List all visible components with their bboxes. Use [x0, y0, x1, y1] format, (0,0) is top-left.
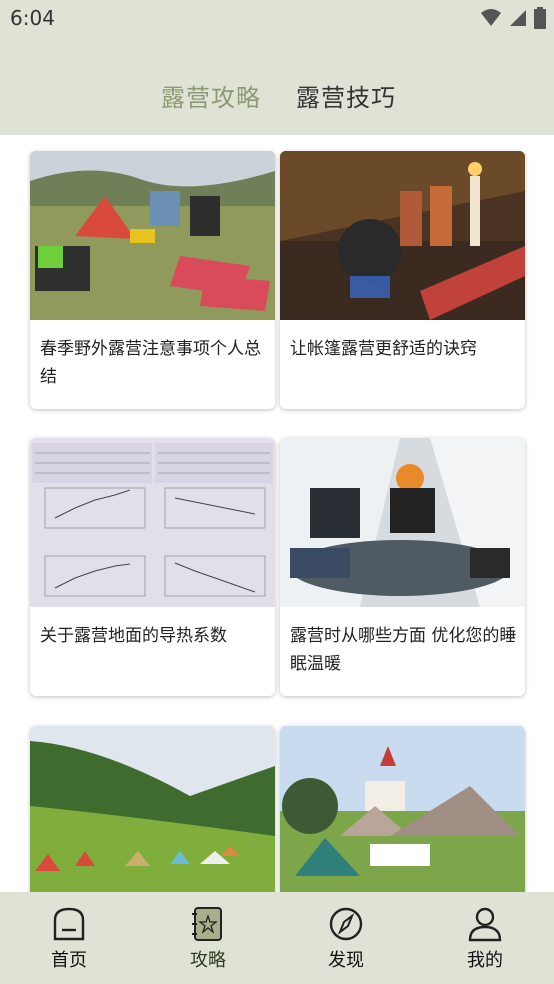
article-title: 露营时从哪些方面 优化您的睡眠温暖 — [290, 626, 517, 674]
nav-home[interactable]: 首页 — [24, 892, 114, 984]
tab-camping-tips[interactable]: 露营技巧 — [296, 78, 396, 113]
category-tabs: 露营攻略 露营技巧 — [0, 78, 554, 120]
top-header: 6:04 露营攻略 露营技巧 — [0, 0, 554, 135]
article-thumbnail — [30, 151, 275, 320]
home-icon — [53, 907, 85, 941]
nav-home-label: 首页 — [51, 950, 87, 971]
wifi-icon — [481, 9, 501, 26]
article-title: 让帐篷露营更舒适的诀窍 — [290, 339, 477, 359]
guide-icon — [192, 907, 222, 941]
nav-guide[interactable]: 攻略 — [163, 892, 253, 984]
article-card[interactable]: 露营时从哪些方面 优化您的睡眠温暖 — [280, 438, 525, 696]
article-title: 春季野外露营注意事项个人总结 — [40, 339, 261, 387]
nav-discover[interactable]: 发现 — [301, 892, 391, 984]
status-time: 6:04 — [10, 6, 55, 30]
article-thumbnail — [280, 151, 525, 320]
status-bar: 6:04 — [0, 0, 554, 38]
tab-camping-guide[interactable]: 露营攻略 — [161, 78, 261, 113]
nav-profile[interactable]: 我的 — [440, 892, 530, 984]
article-card[interactable] — [280, 726, 525, 892]
article-card[interactable] — [30, 726, 275, 892]
compass-icon — [329, 907, 363, 941]
article-card[interactable]: 关于露营地面的导热系数 — [30, 438, 275, 696]
article-thumbnail — [280, 438, 525, 607]
article-title: 关于露营地面的导热系数 — [40, 626, 227, 646]
article-card[interactable]: 春季野外露营注意事项个人总结 — [30, 151, 275, 409]
nav-guide-label: 攻略 — [190, 950, 226, 971]
bottom-navigation: 首页 攻略 发现 我的 — [0, 892, 554, 984]
article-thumbnail — [280, 726, 525, 892]
profile-icon — [468, 907, 502, 942]
nav-profile-label: 我的 — [467, 950, 503, 971]
article-thumbnail — [30, 438, 275, 607]
nav-discover-label: 发现 — [328, 950, 364, 971]
signal-icon — [510, 10, 526, 26]
article-thumbnail — [30, 726, 275, 892]
battery-icon — [534, 7, 546, 29]
article-card[interactable]: 让帐篷露营更舒适的诀窍 — [280, 151, 525, 409]
article-grid: 春季野外露营注意事项个人总结 让帐篷露营更舒适的诀窍 关于露营地面的导热系数 露… — [0, 135, 554, 892]
